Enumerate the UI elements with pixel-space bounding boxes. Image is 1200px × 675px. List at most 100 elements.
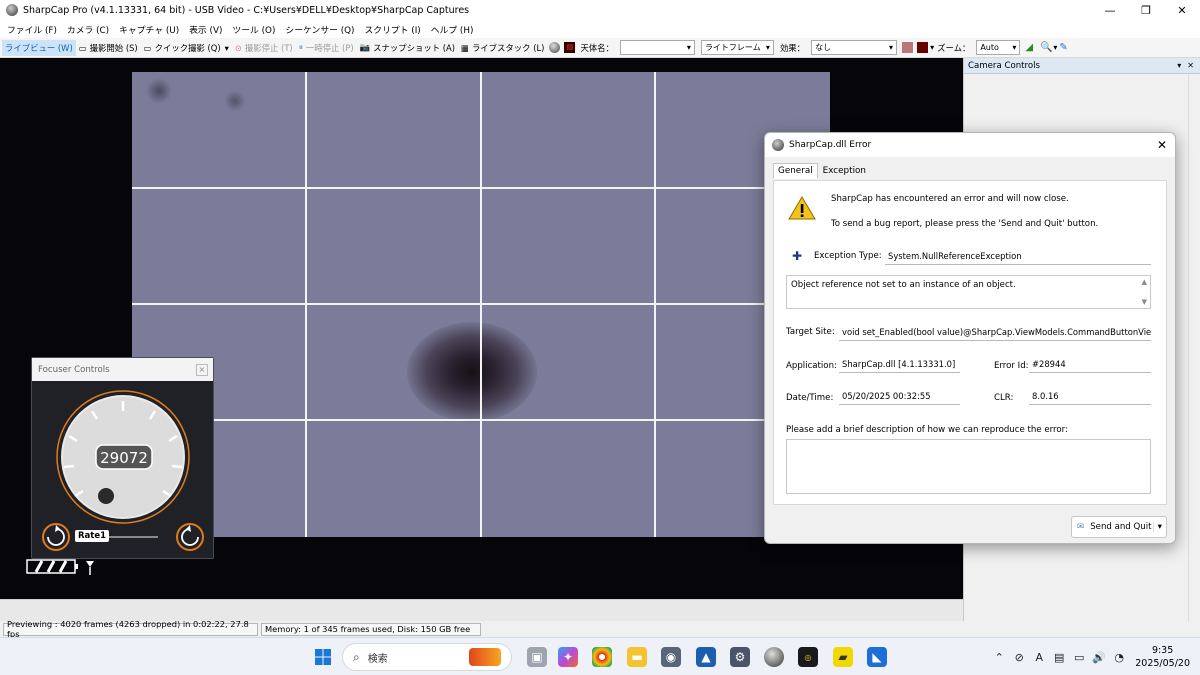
- rate-label[interactable]: Rate1: [75, 530, 110, 542]
- task-view-icon[interactable]: ▣: [527, 647, 547, 667]
- reproduce-description-input[interactable]: [786, 439, 1151, 494]
- menu-capture[interactable]: キャプチャ (U): [114, 23, 184, 36]
- red-mode-icon[interactable]: ▤: [564, 42, 576, 53]
- pause-button[interactable]: ⏸ 一時停止 (P): [296, 40, 357, 56]
- focuser-dial[interactable]: 29072: [32, 381, 215, 559]
- file-explorer-icon[interactable]: ▬: [627, 647, 647, 667]
- sharpcap-taskbar-icon[interactable]: [764, 647, 784, 667]
- histogram-color-icon[interactable]: [902, 42, 914, 53]
- ime-indicator[interactable]: A: [1029, 651, 1049, 664]
- live-view-button[interactable]: ライブビュー (W): [2, 39, 76, 56]
- settings-gear-icon[interactable]: ⚙: [730, 647, 750, 667]
- pause-icon: ⏸: [298, 42, 303, 52]
- menu-sequencer[interactable]: シーケンサー (Q): [280, 23, 359, 36]
- start-capture-button[interactable]: ▭ 撮影開始 (S): [76, 40, 141, 56]
- close-icon[interactable]: ×: [196, 363, 208, 376]
- effect-combo[interactable]: なし ▾: [811, 40, 898, 55]
- general-tab-panel: SharpCap has encountered an error and wi…: [773, 180, 1167, 505]
- search-placeholder: 検索: [367, 653, 388, 665]
- expand-icon[interactable]: ✚: [792, 249, 802, 263]
- exception-message-box[interactable]: Object reference not set to an instance …: [786, 275, 1151, 309]
- chevron-down-icon: ▾: [224, 42, 229, 53]
- live-view-label: ライブビュー (W): [5, 42, 73, 53]
- pen-icon[interactable]: ✎: [1059, 42, 1070, 53]
- scroll-down-icon[interactable]: ▼: [1142, 298, 1147, 306]
- menu-bar: ファイル (F) カメラ (C) キャプチャ (U) 表示 (V) ツール (O…: [0, 20, 1200, 38]
- magnifier-icon[interactable]: 🔍: [1040, 42, 1052, 53]
- film-icon: ▭: [78, 42, 87, 53]
- sticky-notes-icon[interactable]: ▰: [833, 647, 853, 667]
- menu-scripting[interactable]: スクリプト (I): [360, 23, 426, 36]
- quick-capture-label: クイック撮影 (Q): [154, 42, 221, 53]
- exception-type-label: Exception Type:: [814, 251, 882, 261]
- target-site-field[interactable]: void set_Enabled(bool value)@SharpCap.Vi…: [839, 325, 1151, 341]
- film-icon: ▭: [143, 42, 152, 53]
- chevron-up-icon[interactable]: ⌃: [989, 651, 1009, 664]
- status-bar: Previewing : 4020 frames (4263 dropped) …: [0, 619, 1200, 639]
- target-name-combo[interactable]: ▾: [619, 40, 695, 55]
- maximize-button[interactable]: ❐: [1128, 0, 1164, 20]
- error-id-label: Error Id:: [994, 361, 1029, 371]
- zoom-combo[interactable]: Auto ▾: [976, 40, 1021, 55]
- cpwi-icon[interactable]: ◎: [798, 647, 818, 667]
- menu-file[interactable]: ファイル (F): [2, 23, 62, 36]
- live-stack-button[interactable]: ▦ ライブスタック (L): [458, 40, 547, 56]
- stop-capture-button[interactable]: ⊙ 撮影停止 (T): [232, 40, 296, 56]
- focuser-title-bar[interactable]: Focuser Controls ×: [32, 358, 213, 381]
- tab-exception[interactable]: Exception: [818, 163, 871, 179]
- blue-app-icon[interactable]: ◣: [867, 647, 887, 667]
- photos-icon[interactable]: ▲: [696, 647, 716, 667]
- clock-date: 2025/05/20: [1135, 658, 1190, 669]
- copilot-icon[interactable]: ✦: [558, 647, 578, 667]
- menu-view[interactable]: 表示 (V): [184, 23, 227, 36]
- menu-tools[interactable]: ツール (O): [227, 23, 280, 36]
- chevron-down-icon[interactable]: ▾: [1152, 522, 1162, 532]
- zoom-value: Auto: [980, 43, 999, 52]
- error-id-field[interactable]: #28944: [1029, 357, 1151, 373]
- focuser-title: Focuser Controls: [38, 364, 110, 375]
- send-and-quit-label: Send and Quit: [1090, 522, 1152, 532]
- menu-camera[interactable]: カメラ (C): [62, 23, 114, 36]
- menu-help[interactable]: ヘルプ (H): [426, 23, 479, 36]
- sharpcap-logo-icon: [772, 139, 784, 151]
- quick-capture-button[interactable]: ▭ クイック撮影 (Q) ▾: [141, 40, 232, 56]
- minimize-button[interactable]: —: [1092, 0, 1128, 20]
- chevron-down-icon: ▾: [1012, 43, 1017, 52]
- clr-field[interactable]: 8.0.16: [1029, 389, 1151, 405]
- speaker-icon[interactable]: 🔊: [1089, 651, 1109, 664]
- close-icon[interactable]: ✕: [1157, 138, 1167, 152]
- close-button[interactable]: ✕: [1164, 0, 1200, 20]
- pin-icon[interactable]: ▾: [1177, 61, 1181, 70]
- planet-icon[interactable]: [549, 42, 561, 53]
- battery-icon[interactable]: ▭: [1069, 651, 1089, 664]
- snapshot-button[interactable]: 📷 スナップショット (A): [357, 40, 458, 56]
- exception-type-field[interactable]: System.NullReferenceException: [885, 249, 1151, 265]
- red-flip-icon[interactable]: [917, 42, 929, 53]
- histogram-icon[interactable]: ◢: [1025, 42, 1036, 53]
- effect-value: なし: [815, 43, 832, 52]
- dialog-title-bar[interactable]: SharpCap.dll Error: [765, 133, 1175, 157]
- taskbar-clock[interactable]: 9:35 2025/05/20: [1135, 644, 1190, 670]
- scroll-up-icon[interactable]: ▲: [1142, 278, 1147, 286]
- application-field[interactable]: SharpCap.dll [4.1.13331.0]: [839, 357, 960, 373]
- send-and-quit-button[interactable]: ✉ Send and Quit ▾: [1071, 516, 1167, 538]
- chevron-down-icon[interactable]: ▾: [1053, 43, 1057, 52]
- wifi-icon[interactable]: ◔: [1109, 651, 1129, 664]
- camera-app-icon[interactable]: ◉: [661, 647, 681, 667]
- taskbar-search[interactable]: ⌕ 検索: [342, 643, 512, 671]
- network-off-icon[interactable]: ⊘: [1009, 651, 1029, 664]
- viewport-scrollbar[interactable]: [0, 599, 963, 621]
- panel-scrollbar[interactable]: [1188, 74, 1200, 621]
- close-icon[interactable]: ✕: [1187, 61, 1194, 70]
- frame-type-combo[interactable]: ライトフレーム ▾: [700, 40, 774, 55]
- windows-start-icon[interactable]: [313, 647, 333, 667]
- chrome-icon[interactable]: [592, 647, 612, 667]
- datetime-field[interactable]: 05/20/2025 00:32:55: [839, 389, 960, 405]
- chevron-down-icon: ▾: [765, 43, 770, 52]
- warning-icon: [788, 196, 816, 220]
- tab-general[interactable]: General: [773, 163, 818, 179]
- exception-message-text: Object reference not set to an instance …: [791, 280, 1016, 290]
- ime-mode-icon[interactable]: ▤: [1049, 651, 1069, 664]
- target-site-label: Target Site:: [786, 327, 835, 337]
- stop-icon: ⊙: [234, 42, 242, 53]
